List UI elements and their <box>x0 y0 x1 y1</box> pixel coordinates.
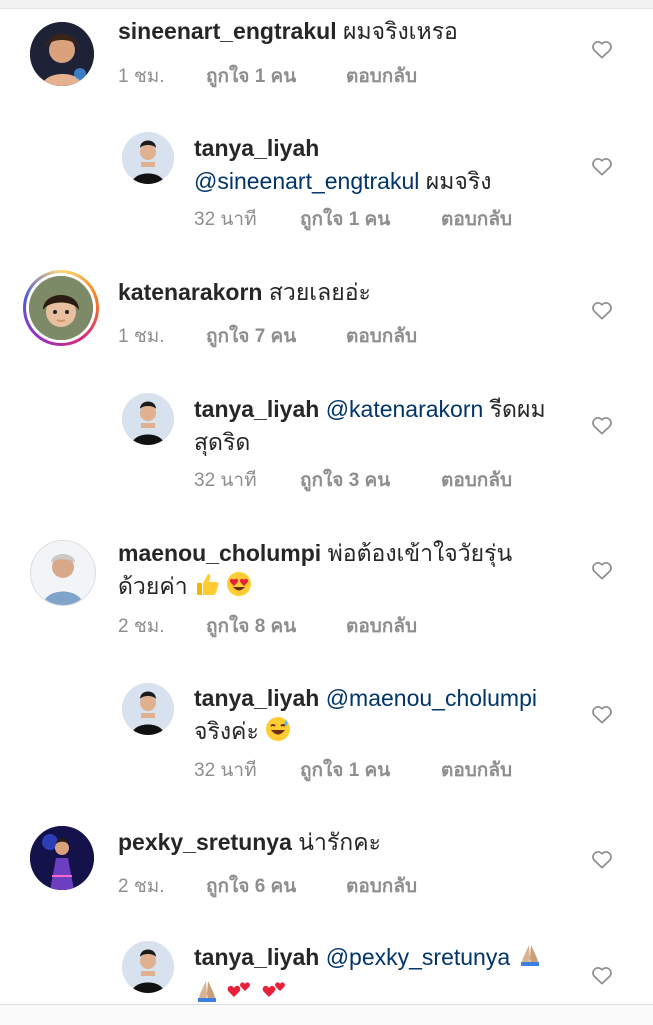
comment-username[interactable]: sineenart_engtrakul <box>118 18 337 44</box>
comment-meta: 1 ชม. ถูกใจ 7 คน ตอบกลับ <box>118 321 518 347</box>
comment-username[interactable]: tanya_liyah <box>194 135 319 161</box>
avatar[interactable] <box>122 132 174 184</box>
heart-eyes-emoji-icon <box>226 571 252 606</box>
comment-meta: 2 ชม. ถูกใจ 6 คน ตอบกลับ <box>118 871 518 897</box>
comment-time: 32 นาที <box>194 470 257 491</box>
comment-item: katenarakorn สวยเลยอ่ะ 1 ชม. ถูกใจ 7 คน … <box>0 265 653 365</box>
mention-link[interactable]: @pexky_sretunya <box>326 944 510 970</box>
comment-username[interactable]: tanya_liyah <box>194 944 319 970</box>
comment-text: maenou_cholumpi พ่อต้องเข้าใจวัยรุ่น ด้ว… <box>118 537 588 606</box>
reply-item: tanya_liyah @sineenart_engtrakul ผมจริง … <box>0 120 653 240</box>
comment-body-line2: จริงค่ะ <box>194 718 259 744</box>
comment-meta: 32 นาที ถูกใจ 1 คน ตอบกลับ <box>194 204 574 230</box>
story-ring[interactable] <box>23 270 99 346</box>
comment-time: 32 นาที <box>194 209 257 230</box>
heart-outline-icon[interactable] <box>591 965 613 985</box>
comment-text: pexky_sretunya น่ารักคะ <box>118 826 588 859</box>
avatar[interactable] <box>30 22 94 86</box>
comment-username[interactable]: katenarakorn <box>118 279 262 305</box>
comment-text: tanya_liyah @katenarakorn รีดผม สุดริด <box>194 393 584 459</box>
comment-username[interactable]: maenou_cholumpi <box>118 540 321 566</box>
reply-item: tanya_liyah @katenarakorn รีดผม สุดริด 3… <box>0 385 653 505</box>
likes-count[interactable]: ถูกใจ 1 คน <box>300 755 390 785</box>
comment-text: tanya_liyah @pexky_sretunya <box>194 941 584 1004</box>
comment-time: 1 ชม. <box>118 326 165 347</box>
comment-meta: 1 ชม. ถูกใจ 1 คน ตอบกลับ <box>118 61 518 87</box>
thumbs-up-emoji-icon <box>194 571 220 606</box>
heart-outline-icon[interactable] <box>591 849 613 869</box>
heart-outline-icon[interactable] <box>591 156 613 176</box>
comment-item: sineenart_engtrakul ผมจริงเหรอ 1 ชม. ถูก… <box>0 0 653 100</box>
avatar[interactable] <box>30 540 96 606</box>
comment-text: katenarakorn สวยเลยอ่ะ <box>118 276 588 309</box>
avatar <box>29 276 93 340</box>
likes-count[interactable]: ถูกใจ 1 คน <box>206 61 296 91</box>
avatar[interactable] <box>122 393 174 445</box>
comment-time: 2 ชม. <box>118 616 165 637</box>
comment-text: tanya_liyah @sineenart_engtrakul ผมจริง <box>194 132 584 198</box>
avatar[interactable] <box>122 683 174 735</box>
mention-link[interactable]: @sineenart_engtrakul <box>194 168 419 194</box>
reply-item: tanya_liyah @pexky_sretunya <box>0 935 653 1004</box>
mention-link[interactable]: @katenarakorn <box>326 396 484 422</box>
avatar[interactable] <box>30 826 94 890</box>
heart-outline-icon[interactable] <box>591 704 613 724</box>
heart-outline-icon[interactable] <box>591 300 613 320</box>
folded-hands-emoji-icon <box>517 942 543 977</box>
reply-item: tanya_liyah @maenou_cholumpi จริงค่ะ 32 … <box>0 675 653 795</box>
comment-meta: 2 ชม. ถูกใจ 8 คน ตอบกลับ <box>118 611 518 637</box>
heart-outline-icon[interactable] <box>591 415 613 435</box>
comment-time: 32 นาที <box>194 760 257 781</box>
heart-outline-icon[interactable] <box>591 560 613 580</box>
comment-body: รีดผม <box>489 396 546 422</box>
likes-count[interactable]: ถูกใจ 8 คน <box>206 611 296 641</box>
sweat-smile-emoji-icon <box>265 716 291 751</box>
reply-button[interactable]: ตอบกลับ <box>346 871 417 901</box>
two-hearts-emoji-icon <box>261 978 289 1004</box>
comment-body-line2: สุดริด <box>194 429 251 455</box>
comment-username[interactable]: pexky_sretunya <box>118 829 292 855</box>
comment-body: น่ารักคะ <box>298 829 381 855</box>
comment-item: pexky_sretunya น่ารักคะ 2 ชม. ถูกใจ 6 คน… <box>0 820 653 920</box>
reply-button[interactable]: ตอบกลับ <box>441 755 512 785</box>
reply-button[interactable]: ตอบกลับ <box>346 321 417 351</box>
comment-username[interactable]: tanya_liyah <box>194 685 319 711</box>
comment-meta: 32 นาที ถูกใจ 1 คน ตอบกลับ <box>194 755 574 781</box>
likes-count[interactable]: ถูกใจ 7 คน <box>206 321 296 351</box>
comment-body: ผมจริงเหรอ <box>342 18 458 44</box>
likes-count[interactable]: ถูกใจ 1 คน <box>300 204 390 234</box>
heart-outline-icon[interactable] <box>591 39 613 59</box>
comment-item: maenou_cholumpi พ่อต้องเข้าใจวัยรุ่น ด้ว… <box>0 530 653 650</box>
mention-link[interactable]: @maenou_cholumpi <box>326 685 537 711</box>
comment-body: สวยเลยอ่ะ <box>268 279 371 305</box>
comment-time: 2 ชม. <box>118 876 165 897</box>
comment-time: 1 ชม. <box>118 66 165 87</box>
comment-username[interactable]: tanya_liyah <box>194 396 319 422</box>
comment-text: sineenart_engtrakul ผมจริงเหรอ <box>118 15 588 48</box>
comment-text: tanya_liyah @maenou_cholumpi จริงค่ะ <box>194 682 584 751</box>
bottom-divider <box>0 1004 653 1025</box>
comment-body-line2: ด้วยค่า <box>118 573 188 599</box>
reply-button[interactable]: ตอบกลับ <box>346 611 417 641</box>
likes-count[interactable]: ถูกใจ 6 คน <box>206 871 296 901</box>
likes-count[interactable]: ถูกใจ 3 คน <box>300 465 390 495</box>
avatar[interactable] <box>122 941 174 993</box>
reply-button[interactable]: ตอบกลับ <box>346 61 417 91</box>
two-hearts-emoji-icon <box>226 978 254 1004</box>
comment-body: ผมจริง <box>425 168 492 194</box>
reply-button[interactable]: ตอบกลับ <box>441 465 512 495</box>
comment-body: พ่อต้องเข้าใจวัยรุ่น <box>327 540 513 566</box>
folded-hands-emoji-icon <box>194 978 220 1004</box>
reply-button[interactable]: ตอบกลับ <box>441 204 512 234</box>
comment-meta: 32 นาที ถูกใจ 3 คน ตอบกลับ <box>194 465 574 491</box>
